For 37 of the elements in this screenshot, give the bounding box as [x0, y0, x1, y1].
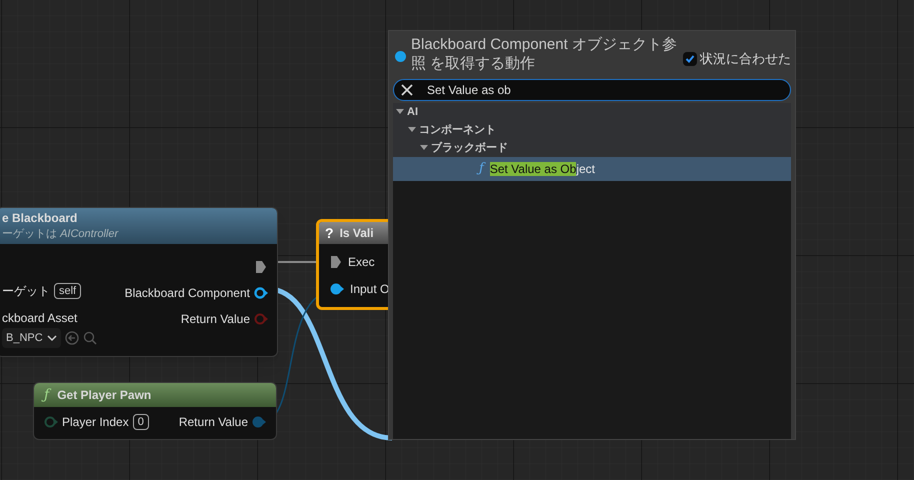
category-label[interactable]: コンポーネント	[419, 122, 496, 138]
exec-pin-icon[interactable]	[330, 255, 342, 269]
node-title: Get Player Pawn	[57, 387, 152, 404]
pin-label: Exec	[348, 254, 375, 271]
use-selected-icon[interactable]	[64, 331, 79, 345]
checkbox[interactable]	[683, 52, 697, 66]
pin-label: ーゲット	[2, 283, 50, 300]
pin-label: Return Value	[178, 414, 248, 431]
pin-label: ckboard Asset	[2, 310, 78, 326]
menu-title: Blackboard Component オブジェクト参照 を取得する動作	[411, 35, 678, 73]
asset-dropdown[interactable]: B_NPC	[2, 328, 61, 348]
list-item[interactable]: ƒ Set Value as Object	[393, 157, 791, 181]
expander-icon[interactable]	[395, 108, 405, 116]
exec-pin-icon[interactable]	[255, 260, 267, 274]
category-label[interactable]: AI	[407, 104, 418, 120]
pin-icon[interactable]	[330, 283, 344, 295]
chevron-icon	[46, 334, 57, 342]
pin-label: Player Index	[62, 414, 129, 431]
question-icon: ?	[325, 222, 334, 244]
expander-icon[interactable]	[419, 144, 429, 152]
expander-icon[interactable]	[407, 126, 417, 134]
node-title: Is Vali	[340, 225, 374, 242]
node-title: e Blackboard	[2, 210, 78, 226]
search-icon[interactable]	[82, 331, 97, 345]
close-icon[interactable]	[401, 84, 413, 96]
pin-label: Return Value	[180, 311, 250, 328]
function-icon: ƒ	[44, 384, 50, 406]
pin-label: Blackboard Component	[124, 285, 250, 302]
item-label: Set Value as Object	[490, 161, 595, 178]
function-icon: ƒ	[479, 159, 484, 179]
category-label[interactable]: ブラックボード	[431, 140, 508, 156]
value-field[interactable]: self	[54, 283, 82, 299]
node-subtitle: ーゲットは AIController	[2, 227, 120, 242]
search-field[interactable]: Set Value as ob	[393, 79, 791, 101]
checkbox-label: 状況に合わせた	[700, 50, 791, 68]
pin-icon[interactable]	[254, 287, 268, 299]
value-field[interactable]: 0	[132, 414, 149, 430]
